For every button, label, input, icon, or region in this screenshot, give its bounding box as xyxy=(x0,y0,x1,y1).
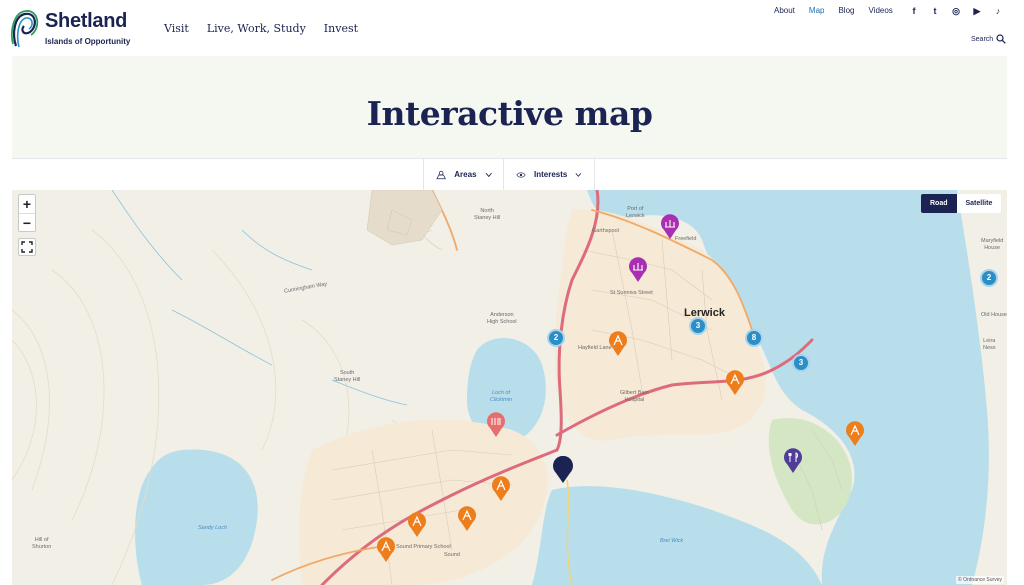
label-north-staney-hill: North Staney Hill xyxy=(474,208,501,221)
marker-cluster[interactable]: 3 xyxy=(689,317,707,335)
page: Shetland Islands of Opportunity Visit Li… xyxy=(0,0,1024,585)
activity-marker[interactable] xyxy=(491,476,511,502)
bay-water xyxy=(532,486,822,585)
marker-cluster[interactable]: 8 xyxy=(745,329,763,347)
search-button[interactable]: Search xyxy=(971,34,1006,44)
sound-town-area xyxy=(299,419,548,585)
facebook-icon[interactable]: f xyxy=(908,5,920,17)
marker-cluster[interactable]: 2 xyxy=(980,269,998,287)
nav-about[interactable]: About xyxy=(774,6,795,15)
map-pin-icon xyxy=(436,170,446,179)
nav-visit[interactable]: Visit xyxy=(164,22,189,35)
chevron-down-icon xyxy=(575,172,582,177)
marker-cluster[interactable]: 3 xyxy=(792,354,810,372)
social-links: f t ◎ ▶ ♪ xyxy=(908,5,1004,17)
label-lerwick: Lerwick xyxy=(684,307,725,319)
map-copyright: © Ordnance Survey xyxy=(956,576,1004,584)
shetland-swirl-icon xyxy=(11,10,39,48)
zoom-in-button[interactable]: + xyxy=(19,195,35,213)
twitter-icon[interactable]: t xyxy=(929,5,941,17)
label-garthspool: Garthspool xyxy=(592,228,619,234)
map-base-layer xyxy=(12,190,1007,585)
search-icon xyxy=(996,34,1006,44)
activity-marker[interactable] xyxy=(725,370,745,396)
areas-label: Areas xyxy=(454,170,477,179)
interactive-map[interactable]: Lerwick North Staney Hill South Staney H… xyxy=(12,190,1007,585)
marker-cluster[interactable]: 2 xyxy=(547,329,565,347)
map-type-toggle: Road Satellite xyxy=(921,194,1002,213)
nav-invest[interactable]: Invest xyxy=(324,22,358,35)
heritage-marker[interactable] xyxy=(660,214,680,240)
site-header: Shetland Islands of Opportunity Visit Li… xyxy=(0,0,1024,56)
nav-live-work-study[interactable]: Live, Work, Study xyxy=(207,22,306,35)
instagram-icon[interactable]: ◎ xyxy=(950,5,962,17)
eye-icon xyxy=(516,171,526,178)
map-type-road-button[interactable]: Road xyxy=(921,194,957,213)
fullscreen-button[interactable] xyxy=(18,238,36,256)
activity-marker[interactable] xyxy=(845,421,865,447)
label-hill-of-shurton: Hill of Shurton xyxy=(32,537,52,550)
label-sound: Sound xyxy=(444,552,460,558)
activity-marker[interactable] xyxy=(608,331,628,357)
label-loch-of-clickimin: Loch of Clickimin xyxy=(490,390,512,403)
label-sound-primary-school: Sound Primary School xyxy=(396,544,451,550)
label-sandy-loch: Sandy Loch xyxy=(198,525,228,531)
youtube-icon[interactable]: ▶ xyxy=(971,5,983,17)
dining-marker[interactable] xyxy=(783,448,803,474)
brand-name: Shetland xyxy=(45,10,128,32)
interests-dropdown[interactable]: Interests xyxy=(503,159,595,190)
page-title: Interactive map xyxy=(366,94,653,133)
map-filters: Areas Interests xyxy=(12,158,1007,190)
interests-label: Interests xyxy=(533,170,568,179)
label-gilbert-bain-hospital: Gilbert Bain Hospital xyxy=(620,390,649,403)
sandy-loch xyxy=(135,449,258,585)
areas-dropdown[interactable]: Areas xyxy=(423,159,504,190)
label-brei-wick: Brei Wick xyxy=(660,538,684,544)
fullscreen-icon xyxy=(21,241,33,253)
hero-banner: Interactive map xyxy=(12,56,1007,158)
activity-marker[interactable] xyxy=(407,512,427,538)
chevron-down-icon xyxy=(485,172,492,177)
label-old-house: Old House xyxy=(981,312,1007,318)
nav-blog[interactable]: Blog xyxy=(838,6,854,15)
nav-map[interactable]: Map xyxy=(809,6,825,15)
label-maryfield-house: Maryfield House xyxy=(981,238,1004,251)
top-nav: About Map Blog Videos xyxy=(774,6,893,15)
nav-videos[interactable]: Videos xyxy=(868,6,892,15)
label-south-staney-hill: South Staney Hill xyxy=(334,370,361,383)
location-pin-icon[interactable] xyxy=(552,456,574,484)
label-anderson-high-school: Anderson High School xyxy=(487,312,517,325)
brand-logo[interactable]: Shetland Islands of Opportunity xyxy=(10,8,130,50)
heritage-marker[interactable] xyxy=(628,257,648,283)
activity-marker[interactable] xyxy=(457,506,477,532)
tiktok-icon[interactable]: ♪ xyxy=(992,5,1004,17)
map-type-satellite-button[interactable]: Satellite xyxy=(957,194,1002,213)
main-nav: Visit Live, Work, Study Invest xyxy=(164,22,358,35)
food-marker[interactable] xyxy=(486,412,506,438)
zoom-out-button[interactable]: − xyxy=(19,213,35,231)
label-leira-ness: Leira Ness xyxy=(983,338,996,351)
label-port-of-lerwick: Port of Lerwick xyxy=(626,206,645,219)
activity-marker[interactable] xyxy=(376,537,396,563)
zoom-controls: + − xyxy=(18,194,36,232)
label-hayfield-lane: Hayfield Lane xyxy=(578,345,612,351)
brand-tagline: Islands of Opportunity xyxy=(45,37,131,46)
label-st-sunniva-street: St Sunniva Street xyxy=(610,290,653,296)
search-label: Search xyxy=(971,35,994,43)
